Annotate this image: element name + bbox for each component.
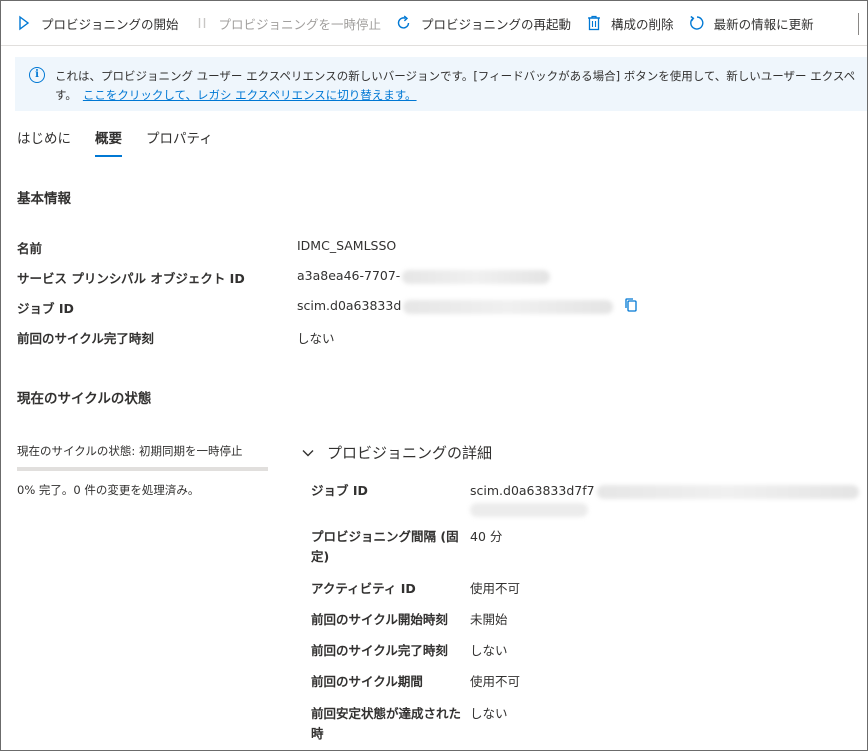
- details-job-id-label: ジョブ ID: [311, 483, 368, 498]
- job-id-row: scim.d0a63833d: [297, 298, 614, 314]
- steady-state-label: 前回安定状態が達成された時: [311, 706, 462, 741]
- tab-bar: はじめに 概要 プロパティ: [17, 127, 237, 157]
- last-cycle-start-value: 未開始: [470, 612, 508, 627]
- refresh-label: 最新の情報に更新: [713, 16, 814, 32]
- play-icon: [15, 14, 33, 32]
- banner-line-1: これは、プロビジョニング ユーザー エクスペリエンスの新しいバージョンです。[フ…: [55, 69, 856, 83]
- last-cycle-duration-label: 前回のサイクル期間: [311, 674, 423, 689]
- last-cycle-duration-value: 使用不可: [470, 674, 521, 689]
- redacted-region: [402, 269, 551, 284]
- toolbar-divider: [858, 13, 859, 35]
- restart-provisioning-button[interactable]: プロビジョニングの再起動: [391, 1, 581, 45]
- info-banner: i これは、プロビジョニング ユーザー エクスペリエンスの新しいバージョンです。…: [15, 57, 867, 111]
- copy-icon[interactable]: [623, 297, 639, 313]
- pause-icon: [193, 14, 211, 32]
- redacted-region: [403, 299, 614, 314]
- last-cycle-end-label: 前回のサイクル完了時刻: [311, 643, 448, 658]
- banner-text: これは、プロビジョニング ユーザー エクスペリエンスの新しいバージョンです。[フ…: [55, 67, 867, 105]
- cycle-status-text: 現在のサイクルの状態: 初期同期を一時停止: [17, 444, 243, 458]
- pause-provisioning-button[interactable]: プロビジョニングを一時停止: [189, 1, 392, 45]
- refresh-icon: [688, 14, 706, 32]
- delete-configuration-button[interactable]: 構成の削除: [581, 1, 684, 45]
- start-provisioning-button[interactable]: プロビジョニングの開始: [11, 1, 189, 45]
- activity-id-label: アクティビティ ID: [311, 581, 416, 596]
- tab-overview[interactable]: 概要: [95, 127, 122, 157]
- current-cycle-title: 現在のサイクルの状態: [17, 391, 152, 407]
- last-cycle-completed-value: しない: [297, 331, 335, 346]
- redacted-region: [470, 503, 588, 517]
- last-cycle-start-label: 前回のサイクル開始時刻: [311, 612, 448, 627]
- cycle-progress-bar: [17, 467, 268, 471]
- activity-id-value: 使用不可: [470, 581, 521, 596]
- job-id-value: scim.d0a63833d: [297, 298, 402, 313]
- info-icon: i: [29, 67, 45, 83]
- trash-icon: [585, 14, 603, 32]
- provisioning-details-title: プロビジョニングの詳細: [327, 444, 493, 462]
- service-principal-id-value: a3a8ea46-7707-: [297, 268, 401, 283]
- delete-configuration-label: 構成の削除: [611, 16, 674, 32]
- details-job-id-row: scim.d0a63833d7f7: [470, 481, 859, 501]
- steady-state-value: しない: [470, 706, 508, 721]
- legacy-experience-link[interactable]: ここをクリックして、レガシ エクスペリエンスに切り替えます。: [83, 88, 417, 102]
- last-cycle-completed-label: 前回のサイクル完了時刻: [17, 331, 154, 346]
- start-provisioning-label: プロビジョニングの開始: [41, 16, 179, 32]
- restart-provisioning-label: プロビジョニングの再起動: [421, 16, 572, 32]
- tab-properties[interactable]: プロパティ: [146, 127, 213, 157]
- pause-provisioning-label: プロビジョニングを一時停止: [218, 16, 382, 32]
- command-bar: プロビジョニングの開始 プロビジョニングを一時停止 プロビジョニングの再起動 構…: [1, 1, 867, 46]
- tab-getting-started[interactable]: はじめに: [17, 127, 71, 157]
- details-job-id-value: scim.d0a63833d7f7: [470, 483, 595, 498]
- name-label: 名前: [17, 241, 43, 256]
- name-value: IDMC_SAMLSSO: [297, 238, 397, 253]
- provisioning-interval-label: プロビジョニング間隔 (固定): [311, 529, 459, 564]
- restart-icon: [395, 14, 413, 32]
- app-frame: プロビジョニングの開始 プロビジョニングを一時停止 プロビジョニングの再起動 構…: [0, 0, 868, 751]
- service-principal-id-label: サービス プリンシパル オブジェクト ID: [17, 271, 245, 286]
- basic-info-title: 基本情報: [17, 191, 71, 207]
- service-principal-id-row: a3a8ea46-7707-: [297, 268, 551, 284]
- refresh-button[interactable]: 最新の情報に更新: [684, 1, 824, 45]
- cycle-progress-label: 0% 完了。0 件の変更を処理済み。: [17, 483, 200, 497]
- job-id-label: ジョブ ID: [17, 301, 74, 316]
- last-cycle-end-value: しない: [470, 643, 508, 658]
- provisioning-details-toggle[interactable]: プロビジョニングの詳細: [301, 442, 492, 463]
- redacted-region: [596, 484, 859, 499]
- provisioning-interval-value: 40 分: [470, 529, 503, 544]
- banner-line-2: す。 ここをクリックして、レガシ エクスペリエンスに切り替えます。: [55, 86, 867, 105]
- chevron-down-icon: [301, 446, 315, 460]
- banner-line-2-prefix: す。: [55, 88, 77, 102]
